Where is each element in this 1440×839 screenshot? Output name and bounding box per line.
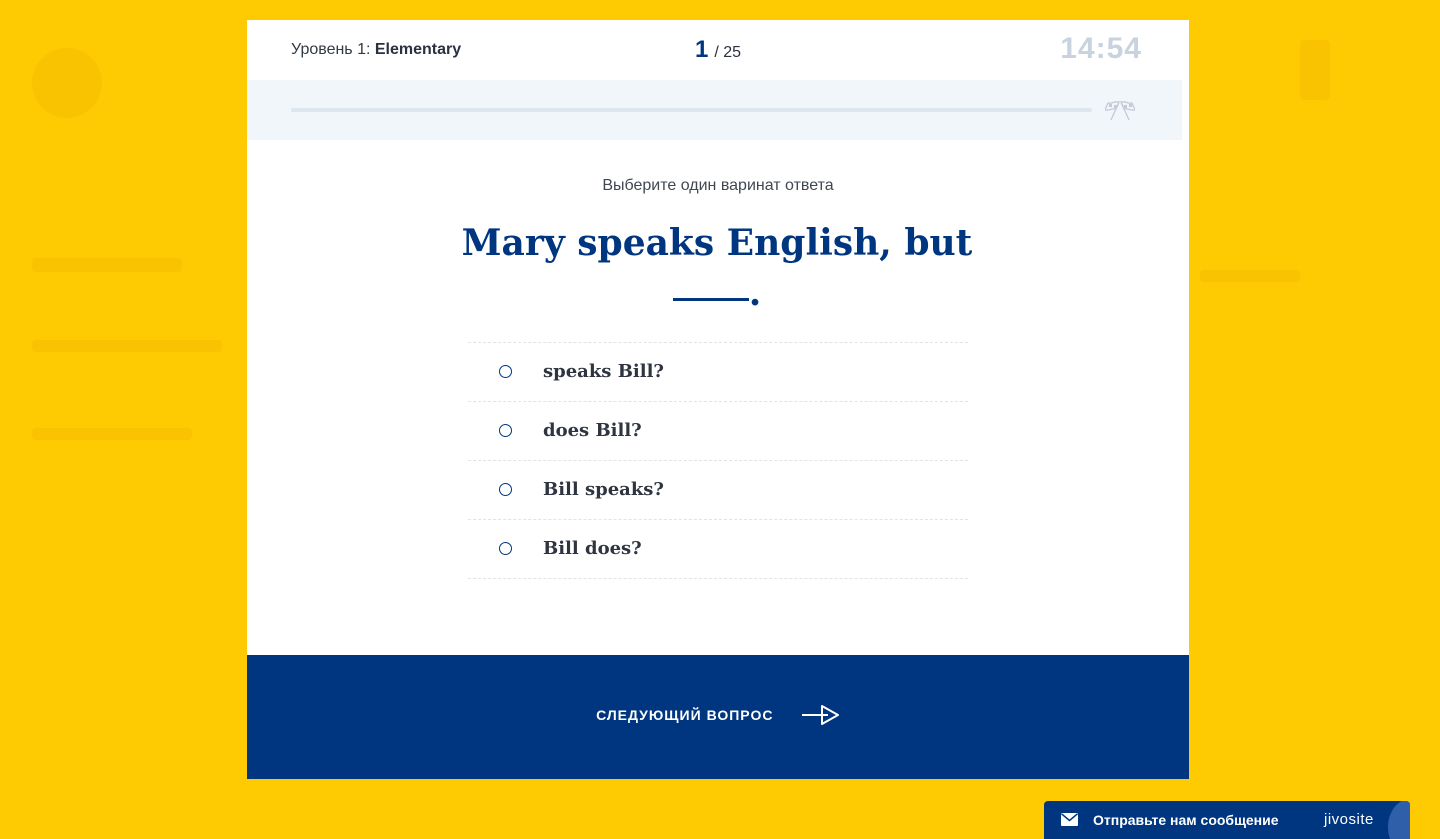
chat-corner-decoration [1388,801,1410,839]
next-question-button[interactable]: СЛЕДУЮЩИЙ ВОПРОС [247,655,1189,779]
chat-widget[interactable]: Отправьте нам сообщение jivosite [1044,801,1410,839]
background-decoration [32,340,222,352]
radio-button[interactable] [499,483,512,496]
question-counter: 1 / 25 [247,36,1189,64]
chat-label: Отправьте нам сообщение [1093,812,1279,828]
option-label: does Bill? [543,420,642,441]
quiz-header: Уровень 1: Elementary 1/ 25 14:54 [247,20,1189,80]
background-decoration [32,258,182,272]
page: Уровень 1: Elementary 1/ 25 14:54 Выбери… [0,0,1440,839]
background-decoration [32,428,192,440]
radio-button[interactable] [499,424,512,437]
question-body: Mary speaks English, but [461,222,973,264]
option-label: speaks Bill? [543,361,664,382]
answer-options: speaks Bill? does Bill? Bill speaks? Bil… [468,342,968,579]
option-label: Bill does? [543,538,642,559]
total-questions: / 25 [714,44,742,61]
chat-brand-logo: jivosite [1324,811,1374,828]
answer-option[interactable]: does Bill? [468,402,968,461]
radio-button[interactable] [499,542,512,555]
background-decoration [1200,270,1300,282]
question-suffix: . [748,272,762,314]
question-text: Mary speaks English, but . [427,218,1007,318]
answer-option[interactable]: speaks Bill? [468,343,968,402]
next-question-content: СЛЕДУЮЩИЙ ВОПРОС [247,705,1189,725]
next-question-label: СЛЕДУЮЩИЙ ВОПРОС [596,707,774,723]
arrow-right-icon [801,705,839,725]
answer-blank: . [427,268,1007,318]
background-decoration [32,48,102,118]
mail-icon [1061,813,1078,826]
background-decoration [1300,40,1330,100]
instruction-text: Выберите один варинат ответа [602,177,834,194]
radio-button[interactable] [499,365,512,378]
answer-option[interactable]: Bill does? [468,520,968,579]
current-question-number: 1 [694,36,709,63]
progress-strip [247,80,1182,140]
finish-flag-icon [1105,101,1135,121]
answer-option[interactable]: Bill speaks? [468,461,968,520]
timer: 14:54 [1060,32,1142,65]
progress-bar [291,108,1092,112]
option-label: Bill speaks? [543,479,664,500]
blank-underline [672,298,749,301]
quiz-card: Уровень 1: Elementary 1/ 25 14:54 Выбери… [247,20,1189,779]
